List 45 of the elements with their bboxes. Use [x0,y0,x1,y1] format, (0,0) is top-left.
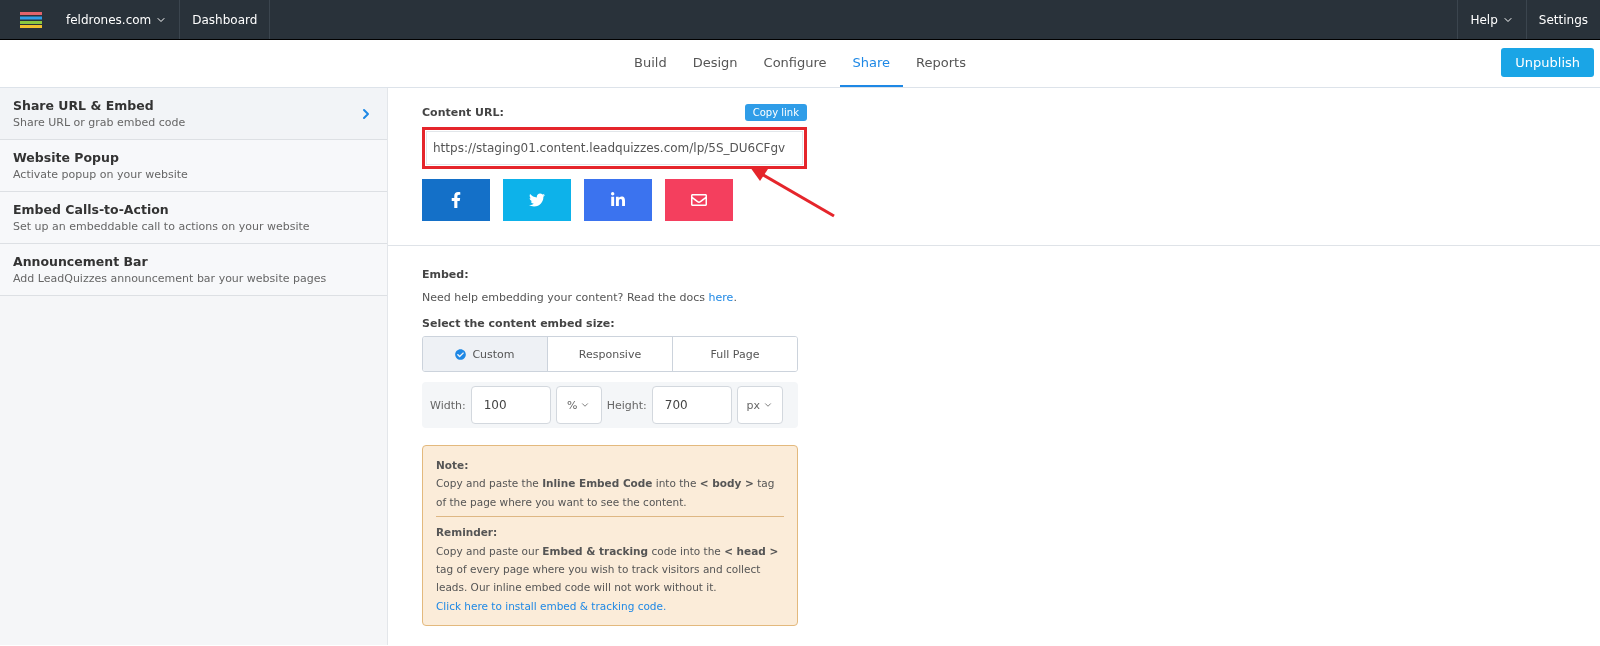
tab[interactable]: Design [679,40,751,87]
url-field[interactable]: https://staging01.content.leadquizzes.com/lp/5S_DU6CFgv [426,131,803,165]
size-option[interactable]: Custom [423,337,547,371]
note-title: Note: [436,458,470,473]
tab[interactable]: Reports [903,40,979,87]
embed-label: Embed: [422,268,470,281]
email-share-button[interactable] [665,179,733,221]
tab[interactable]: Share [839,40,904,87]
width-unit-select[interactable]: % [555,386,602,424]
size-label: Select the content embed size: [422,317,616,330]
linkedin-icon [610,192,626,208]
twitter-share-button[interactable] [503,179,571,221]
reminder-text: Copy and paste our Embed & tracking code into the < head > tag of every page where you wish to track visitors and collect leads. Our inline embed code will not work without it. [436,543,780,596]
tab[interactable]: Configure [750,40,840,87]
check-icon [455,348,467,360]
settings-link[interactable]: Settings [1525,0,1600,39]
sidebar-item-subtitle: Share URL or grab embed code [13,116,186,129]
chevron-down-icon [763,400,773,410]
sidebar-item-title: Share URL & Embed [13,98,155,113]
size-option[interactable]: Full Page [672,337,797,371]
email-icon [691,192,707,208]
sidebar-item-subtitle: Set up an embeddable call to actions on your website [13,220,310,233]
help-text: Need help embedding your content? Read the docs here. [422,291,738,304]
width-label: Width: [430,398,466,412]
height-field[interactable]: 700 [651,386,732,424]
chevron-down-icon [580,400,591,410]
height-label: Height: [606,398,647,412]
sidebar-item-title: Embed Calls-to-Action [13,202,170,217]
sidebar-item-title: Website Popup [13,150,120,165]
width-field[interactable]: 100 [470,386,551,424]
menu-icon[interactable] [20,11,42,28]
sidebar-item-title: Announcement Bar [13,254,149,269]
site-menu[interactable]: feldrones.com [54,0,181,39]
content-url-label: Content URL: [422,106,504,119]
note-text: Copy and paste the Inline Embed Code into the < body > tag of the page where you want to see the content. [436,476,776,510]
dashboard-link[interactable]: Dashboard [180,0,271,39]
linkedin-share-button[interactable] [584,179,652,221]
help-menu[interactable]: Help [1457,0,1526,39]
tab[interactable]: Build [621,40,680,87]
facebook-share-button[interactable] [422,179,490,221]
height-unit-select[interactable]: px [736,386,783,424]
sidebar-item-subtitle: Activate popup on your website [13,168,188,181]
twitter-icon [529,192,545,208]
sidebar-item-subtitle: Add LeadQuizzes announcement bar your website pages [13,272,327,285]
reminder-title: Reminder: [436,525,499,541]
